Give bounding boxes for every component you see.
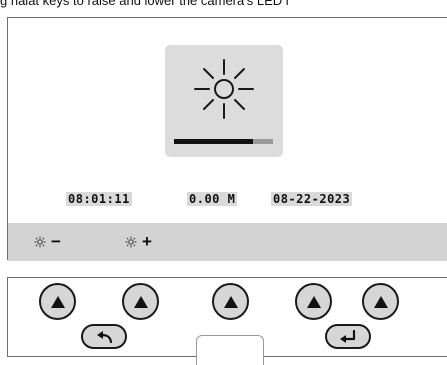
date-readout: 08-22-2023 xyxy=(271,192,353,206)
up-arrow-icon xyxy=(50,295,65,308)
brightness-tile xyxy=(165,45,283,157)
distance-readout: 0.00 M xyxy=(187,192,238,206)
up-arrow-icon xyxy=(223,295,238,308)
sun-icon xyxy=(194,59,254,119)
instruction-caption: g halat keys to raise and lower the came… xyxy=(0,0,289,8)
small-sun-icon xyxy=(34,236,46,248)
up-key-2[interactable] xyxy=(122,283,159,320)
up-arrow-icon xyxy=(133,295,148,308)
up-arrow-icon xyxy=(373,295,388,308)
time-readout: 08:01:11 xyxy=(66,192,132,206)
brightness-decrease-indicator: − xyxy=(34,233,61,251)
brightness-increase-indicator: + xyxy=(125,233,152,251)
enter-key[interactable] xyxy=(325,324,371,349)
up-arrow-icon xyxy=(306,295,321,308)
minus-sign: − xyxy=(51,232,61,251)
plus-sign: + xyxy=(142,232,152,251)
back-arrow-icon xyxy=(97,330,113,343)
status-bar: − + xyxy=(8,223,447,261)
up-key-5[interactable] xyxy=(362,283,399,320)
camera-screen: 08:01:11 0.00 M 08-22-2023 − + xyxy=(7,17,447,261)
up-key-3[interactable] xyxy=(212,283,249,320)
up-key-4[interactable] xyxy=(295,283,332,320)
keypad xyxy=(7,277,447,365)
enter-icon xyxy=(340,329,356,343)
up-key-1[interactable] xyxy=(39,283,76,320)
brightness-level-fill xyxy=(174,139,254,144)
small-sun-icon xyxy=(125,236,137,248)
center-key[interactable] xyxy=(196,335,264,365)
brightness-level-bar xyxy=(174,139,273,144)
back-key[interactable] xyxy=(81,324,127,349)
